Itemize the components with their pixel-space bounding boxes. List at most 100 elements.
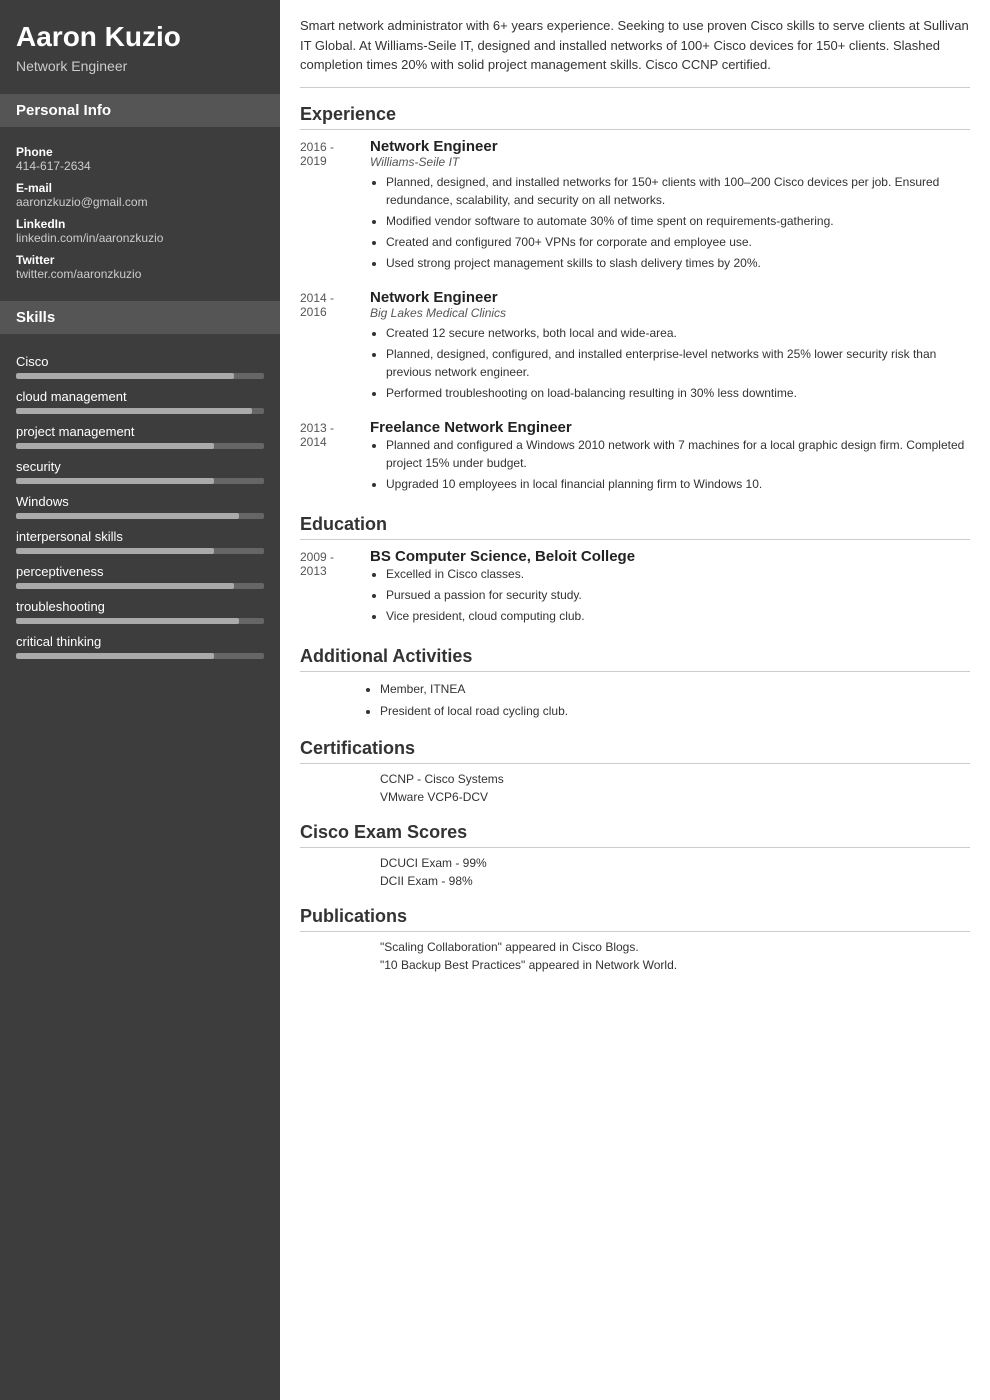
additional-activities-heading: Additional Activities — [300, 646, 970, 672]
publications-section: Publications "Scaling Collaboration" app… — [300, 906, 970, 972]
candidate-name: Aaron Kuzio — [16, 20, 264, 54]
exp-job-title: Freelance Network Engineer — [370, 419, 970, 436]
skill-name: troubleshooting — [16, 599, 264, 614]
skill-item: cloud management — [16, 389, 264, 414]
exp-company: Williams-Seile IT — [370, 155, 970, 169]
bullet: Planned, designed, configured, and insta… — [386, 345, 970, 381]
education-entry: 2009 -2013 BS Computer Science, Beloit C… — [300, 548, 970, 628]
skill-bar-bg — [16, 548, 264, 554]
exp-job-title: Network Engineer — [370, 289, 970, 306]
linkedin-value: linkedin.com/in/aaronzkuzio — [16, 231, 264, 245]
sidebar-header: Aaron Kuzio Network Engineer — [0, 0, 280, 84]
skill-bar-fill — [16, 478, 214, 484]
skill-item: security — [16, 459, 264, 484]
skill-item: interpersonal skills — [16, 529, 264, 554]
experience-heading: Experience — [300, 104, 970, 130]
skill-name: Cisco — [16, 354, 264, 369]
certification-item: VMware VCP6-DCV — [300, 790, 970, 804]
publications-heading: Publications — [300, 906, 970, 932]
publication-item: "10 Backup Best Practices" appeared in N… — [300, 958, 970, 972]
twitter-label: Twitter — [16, 253, 264, 267]
skill-bar-fill — [16, 583, 234, 589]
skill-name: security — [16, 459, 264, 474]
skill-bar-bg — [16, 478, 264, 484]
exp-details: Network Engineer Williams-Seile IT Plann… — [370, 138, 970, 275]
exp-details: Freelance Network Engineer Planned and c… — [370, 419, 970, 496]
bullet: Performed troubleshooting on load-balanc… — [386, 384, 970, 402]
experience-entry: 2016 -2019 Network Engineer Williams-Sei… — [300, 138, 970, 275]
exam-text: DCUCI Exam - 99% — [380, 856, 487, 870]
twitter-value: twitter.com/aaronzkuzio — [16, 267, 264, 281]
certifications-section: Certifications CCNP - Cisco Systems VMwar… — [300, 738, 970, 804]
skill-name: critical thinking — [16, 634, 264, 649]
cert-text: VMware VCP6-DCV — [380, 790, 488, 804]
experience-entry: 2013 -2014 Freelance Network Engineer Pl… — [300, 419, 970, 496]
skill-item: project management — [16, 424, 264, 449]
exp-company: Big Lakes Medical Clinics — [370, 306, 970, 320]
summary-text: Smart network administrator with 6+ year… — [300, 16, 970, 88]
skill-item: critical thinking — [16, 634, 264, 659]
skills-heading: Skills — [0, 301, 280, 334]
bullet: Created 12 secure networks, both local a… — [386, 324, 970, 342]
skill-item: Windows — [16, 494, 264, 519]
pub-text: "Scaling Collaboration" appeared in Cisc… — [380, 940, 639, 954]
exp-dates: 2016 -2019 — [300, 138, 370, 275]
certification-item: CCNP - Cisco Systems — [300, 772, 970, 786]
skill-item: perceptiveness — [16, 564, 264, 589]
bullet: Vice president, cloud computing club. — [386, 607, 970, 625]
activity-item: Member, ITNEA — [380, 680, 970, 698]
education-section: Education 2009 -2013 BS Computer Science… — [300, 514, 970, 628]
certifications-heading: Certifications — [300, 738, 970, 764]
exam-score-item: DCII Exam - 98% — [300, 874, 970, 888]
skill-bar-fill — [16, 548, 214, 554]
bullet: Upgraded 10 employees in local financial… — [386, 475, 970, 493]
personal-info-heading: Personal Info — [0, 94, 280, 127]
skill-bar-bg — [16, 618, 264, 624]
skill-bar-fill — [16, 513, 239, 519]
cert-text: CCNP - Cisco Systems — [380, 772, 504, 786]
skill-name: Windows — [16, 494, 264, 509]
additional-activities-section: Additional Activities Member, ITNEAPresi… — [300, 646, 970, 720]
phone-label: Phone — [16, 145, 264, 159]
contact-section: Phone 414-617-2634 E-mail aaronzkuzio@gm… — [0, 127, 280, 291]
skill-name: interpersonal skills — [16, 529, 264, 544]
skill-bar-bg — [16, 513, 264, 519]
bullet: Pursued a passion for security study. — [386, 586, 970, 604]
skill-bar-fill — [16, 618, 239, 624]
bullet: Created and configured 700+ VPNs for cor… — [386, 233, 970, 251]
skill-name: cloud management — [16, 389, 264, 404]
candidate-title: Network Engineer — [16, 58, 264, 74]
exam-text: DCII Exam - 98% — [380, 874, 473, 888]
education-heading: Education — [300, 514, 970, 540]
bullet: Planned, designed, and installed network… — [386, 173, 970, 209]
email-value: aaronzkuzio@gmail.com — [16, 195, 264, 209]
phone-value: 414-617-2634 — [16, 159, 264, 173]
skill-bar-bg — [16, 653, 264, 659]
main-content: Smart network administrator with 6+ year… — [280, 0, 990, 1400]
skill-name: project management — [16, 424, 264, 439]
skills-section: Cisco cloud management project managemen… — [0, 334, 280, 669]
bullet: Modified vendor software to automate 30%… — [386, 212, 970, 230]
skill-name: perceptiveness — [16, 564, 264, 579]
skill-bar-fill — [16, 653, 214, 659]
skill-bar-bg — [16, 443, 264, 449]
pub-text: "10 Backup Best Practices" appeared in N… — [380, 958, 677, 972]
exam-scores-heading: Cisco Exam Scores — [300, 822, 970, 848]
exp-dates: 2013 -2014 — [300, 419, 370, 496]
bullet: Excelled in Cisco classes. — [386, 565, 970, 583]
linkedin-label: LinkedIn — [16, 217, 264, 231]
edu-degree: BS Computer Science, Beloit College — [370, 548, 970, 565]
edu-dates: 2009 -2013 — [300, 548, 370, 628]
email-label: E-mail — [16, 181, 264, 195]
exam-score-item: DCUCI Exam - 99% — [300, 856, 970, 870]
exp-details: Network Engineer Big Lakes Medical Clini… — [370, 289, 970, 405]
exp-dates: 2014 -2016 — [300, 289, 370, 405]
skill-bar-fill — [16, 408, 252, 414]
edu-details: BS Computer Science, Beloit College Exce… — [370, 548, 970, 628]
skill-item: Cisco — [16, 354, 264, 379]
skill-bar-bg — [16, 408, 264, 414]
skill-bar-bg — [16, 373, 264, 379]
skill-bar-fill — [16, 443, 214, 449]
publication-item: "Scaling Collaboration" appeared in Cisc… — [300, 940, 970, 954]
exam-scores-section: Cisco Exam Scores DCUCI Exam - 99% DCII E… — [300, 822, 970, 888]
